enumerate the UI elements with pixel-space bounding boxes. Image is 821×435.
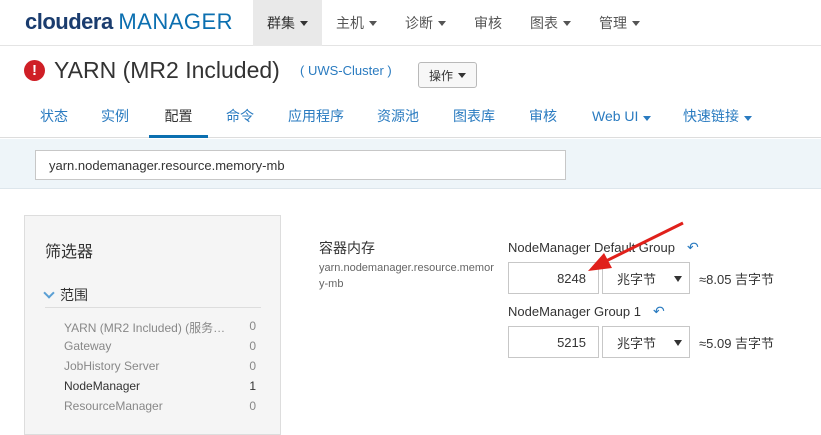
top-menu-label: 诊断 (405, 15, 433, 31)
scope-item-jobhistory[interactable]: JobHistory Server 0 (64, 359, 256, 373)
caret-down-icon (369, 20, 377, 26)
scope-item-count: 0 (249, 399, 256, 413)
scope-item-nodemanager[interactable]: NodeManager 1 (64, 379, 256, 393)
logo-text-cloudera: cloudera (25, 9, 113, 34)
tab-commands[interactable]: 命令 (226, 96, 254, 138)
scope-item-label: JobHistory Server (64, 359, 160, 373)
config-search-input[interactable] (35, 150, 566, 180)
top-menu-diagnostics[interactable]: 诊断 (391, 0, 460, 46)
approx-value-group1: ≈5.09 吉字节 (699, 336, 775, 351)
caret-down-icon (744, 116, 752, 121)
top-menu-clusters[interactable]: 群集 (253, 0, 322, 46)
tab-status[interactable]: 状态 (40, 96, 68, 138)
caret-down-icon (563, 20, 571, 26)
unit-select-default[interactable]: 兆字节 (602, 262, 690, 294)
actions-button[interactable]: 操作 (418, 62, 477, 88)
group-name: NodeManager Default Group (508, 240, 675, 255)
alert-icon[interactable]: ! (24, 60, 45, 81)
chevron-down-icon (43, 287, 55, 299)
tab-audits[interactable]: 审核 (529, 96, 557, 138)
caret-down-icon (300, 20, 308, 26)
scope-item-count: 0 (249, 359, 256, 373)
tab-web-ui[interactable]: Web UI (592, 96, 652, 138)
top-menu-administration[interactable]: 管理 (585, 0, 654, 46)
search-band (0, 139, 821, 189)
group-label-group1: NodeManager Group 1 ↶ (508, 303, 665, 320)
undo-icon[interactable]: ↶ (653, 303, 665, 320)
top-menu-label: 图表 (530, 15, 558, 31)
top-menu-label: 主机 (336, 15, 364, 31)
filter-panel: 筛选器 范围 YARN (MR2 Included) (服务… 0 Gatewa… (24, 215, 281, 435)
approx-value-default: ≈8.05 吉字节 (699, 272, 775, 287)
top-menu-hosts[interactable]: 主机 (322, 0, 391, 46)
scope-item-label: Gateway (64, 339, 112, 353)
dropdown-arrow-icon (674, 276, 682, 282)
unit-select-value: 兆字节 (617, 271, 657, 287)
group-name: NodeManager Group 1 (508, 304, 641, 319)
tab-chart-library[interactable]: 图表库 (453, 96, 495, 138)
cloudera-manager-logo[interactable]: cloudera MANAGER (25, 9, 233, 35)
top-menu: 群集 主机 诊断 审核 图表 管理 (253, 0, 654, 46)
scope-item-label: ResourceManager (64, 399, 163, 413)
caret-down-icon (643, 116, 652, 121)
tab-resource-pools[interactable]: 资源池 (377, 96, 419, 138)
undo-icon[interactable]: ↶ (687, 239, 699, 256)
service-title: YARN (MR2 Included) (54, 57, 280, 83)
unit-select-group1[interactable]: 兆字节 (602, 326, 690, 358)
scope-item-resourcemanager[interactable]: ResourceManager 0 (64, 399, 256, 413)
top-menu-audits[interactable]: 审核 (460, 0, 516, 46)
config-property-key: yarn.nodemanager.resource.memory-mb (319, 262, 494, 290)
service-header: ! YARN (MR2 Included) ( UWS-Cluster ) 操作 (0, 47, 821, 95)
caret-down-icon (458, 72, 466, 78)
caret-down-icon (632, 20, 640, 26)
scope-item-label: NodeManager (64, 379, 141, 393)
top-menu-label: 群集 (267, 15, 295, 31)
top-menu-label: 审核 (474, 15, 502, 31)
filter-title: 筛选器 (45, 244, 94, 261)
scope-item-count: 0 (249, 319, 256, 333)
tab-web-ui-label: Web UI (592, 108, 639, 124)
logo-text-manager: MANAGER (118, 9, 234, 34)
scope-item-count: 1 (249, 379, 256, 393)
memory-value-input-group1[interactable] (508, 326, 599, 358)
tab-configuration[interactable]: 配置 (149, 96, 208, 138)
actions-button-label: 操作 (428, 68, 453, 83)
tab-applications[interactable]: 应用程序 (288, 96, 344, 138)
cluster-link[interactable]: ( UWS-Cluster ) (300, 63, 392, 78)
top-menu-label: 管理 (599, 15, 627, 31)
caret-down-icon (438, 20, 446, 26)
dropdown-arrow-icon (674, 340, 682, 346)
service-tabs: 状态 实例 配置 命令 应用程序 资源池 图表库 审核 Web UI 快速链接 (0, 96, 821, 138)
scope-toggle[interactable]: 范围 (43, 285, 88, 305)
scope-item-service[interactable]: YARN (MR2 Included) (服务… 0 (64, 319, 256, 336)
scope-item-gateway[interactable]: Gateway 0 (64, 339, 256, 353)
divider (45, 307, 261, 308)
scope-item-count: 0 (249, 339, 256, 353)
tab-instances[interactable]: 实例 (101, 96, 129, 138)
config-property-label: 容器内存 (319, 240, 375, 256)
scope-item-label: YARN (MR2 Included) (服务… (64, 321, 226, 335)
top-navbar: cloudera MANAGER 群集 主机 诊断 审核 图表 管理 (0, 0, 821, 46)
tab-quick-links-label: 快速链接 (683, 108, 739, 124)
memory-value-input-default[interactable] (508, 262, 599, 294)
unit-select-value: 兆字节 (617, 335, 657, 351)
tab-quick-links[interactable]: 快速链接 (683, 96, 752, 138)
top-menu-charts[interactable]: 图表 (516, 0, 585, 46)
group-label-default: NodeManager Default Group ↶ (508, 239, 699, 256)
scope-label: 范围 (60, 287, 88, 303)
